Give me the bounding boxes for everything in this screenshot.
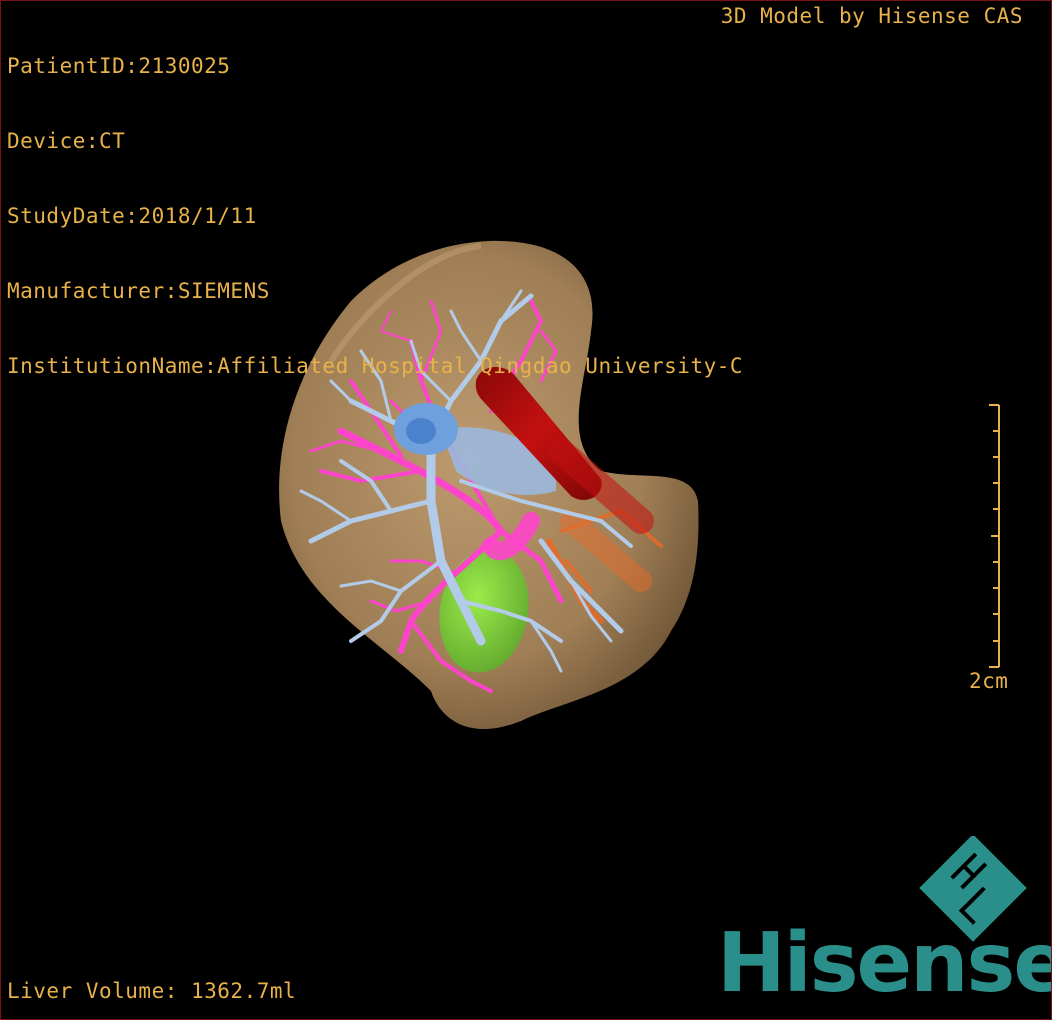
scale-bar [989, 404, 1000, 668]
device: Device:CT [7, 129, 126, 153]
3d-viewport[interactable]: PatientID:2130025 Device:CT StudyDate:20… [0, 0, 1052, 1020]
patient-id: PatientID:2130025 [7, 54, 231, 78]
model-title: 3D Model by Hisense CAS [720, 4, 1023, 28]
manufacturer: Manufacturer:SIEMENS [7, 279, 270, 303]
patient-info-block: PatientID:2130025 Device:CT StudyDate:20… [7, 4, 743, 429]
scale-bar-label: 2cm [969, 669, 1009, 693]
hisense-logo: Hisense [717, 836, 1052, 1016]
institution-name: InstitutionName:Affiliated Hospital Qing… [7, 354, 744, 378]
liver-volume: Liver Volume: 1362.7ml [7, 979, 297, 1003]
study-date: StudyDate:2018/1/11 [7, 204, 257, 228]
hisense-wordmark: Hisense [717, 916, 1052, 1011]
